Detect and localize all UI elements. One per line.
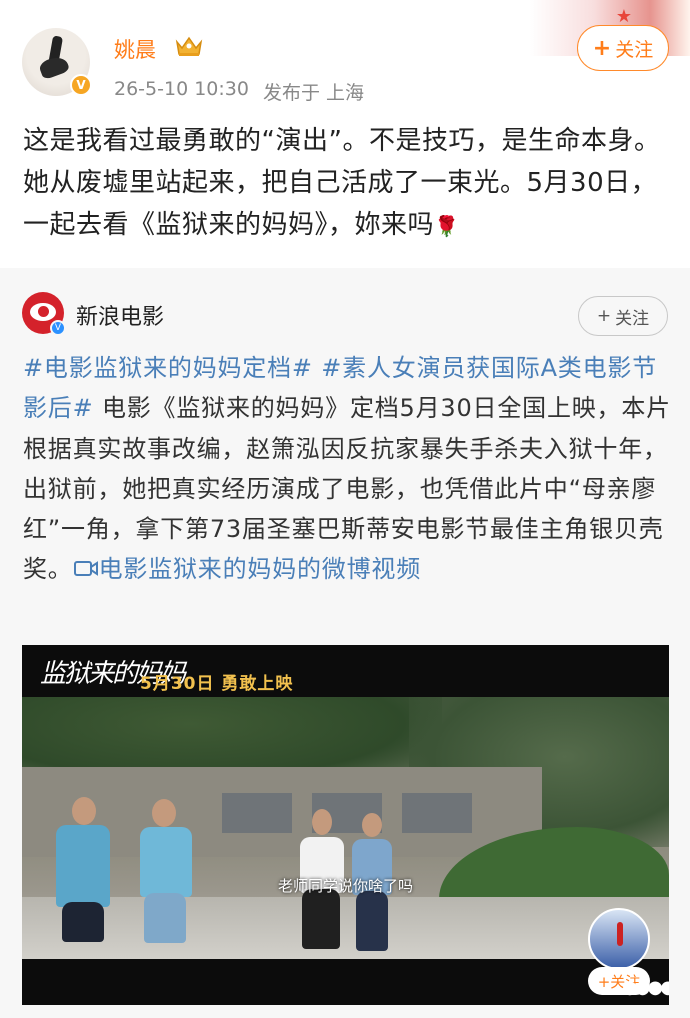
crown-icon: [175, 36, 203, 56]
rose-icon: 🌹: [434, 214, 460, 238]
post-body: 这是我看过最勇敢的“演出”。不是技巧，是生命本身。她从废墟里站起来，把自己活成了…: [23, 126, 661, 240]
repost-follow-button[interactable]: + 关注: [578, 296, 668, 336]
repost-text: #电影监狱来的妈妈定档# #素人女演员获国际A类电影节影后# 电影《监狱来的妈妈…: [23, 348, 673, 590]
video-author-avatar[interactable]: [588, 908, 650, 970]
post-location: 发布于 上海: [262, 82, 364, 104]
video-subtitle: 老师同学说你啥了吗: [277, 877, 413, 895]
video-icon: [73, 561, 98, 577]
post-header: ★ V 姚晨 26-5-10 10:30 发布于 上海 + 关注: [0, 0, 690, 112]
video-frame: [22, 697, 669, 959]
video-bottom-bar: [22, 959, 669, 1005]
author-name[interactable]: 姚晨: [114, 34, 156, 64]
video-top-bar: 监狱来的妈妈 5月30日 勇敢上映: [22, 645, 669, 697]
watermark-dots-icon: ●●●●: [622, 977, 669, 998]
repost-follow-label: 关注: [615, 308, 650, 329]
video-player[interactable]: 监狱来的妈妈 5月30日 勇敢上映 老师同学说你啥了吗 +关注 ●●●●: [22, 645, 669, 1005]
star-icon: ★: [615, 6, 632, 27]
post-text: 这是我看过最勇敢的“演出”。不是技巧，是生命本身。她从废墟里站起来，把自己活成了…: [23, 120, 673, 247]
repost-author-name[interactable]: 新浪电影: [76, 299, 164, 331]
verified-blue-icon: V: [50, 320, 66, 336]
repost-card[interactable]: V 新浪电影 + 关注 #电影监狱来的妈妈定档# #素人女演员获国际A类电影节影…: [0, 268, 690, 1018]
follow-button-label: 关注: [615, 38, 654, 61]
post-meta: 26-5-10 10:30 发布于 上海: [114, 78, 364, 105]
plus-icon: +: [596, 306, 612, 326]
plus-icon: +: [592, 35, 612, 61]
hashtag-link[interactable]: #电影监狱来的妈妈定档#: [23, 354, 313, 382]
verified-badge-icon: V: [70, 74, 92, 96]
post-timestamp: 26-5-10 10:30: [114, 78, 249, 100]
video-link[interactable]: 电影监狱来的妈妈的微博视频: [73, 555, 421, 583]
video-link-label: 电影监狱来的妈妈的微博视频: [98, 555, 422, 584]
follow-button[interactable]: + 关注: [577, 25, 669, 71]
release-date-text: 5月30日 勇敢上映: [140, 674, 294, 694]
